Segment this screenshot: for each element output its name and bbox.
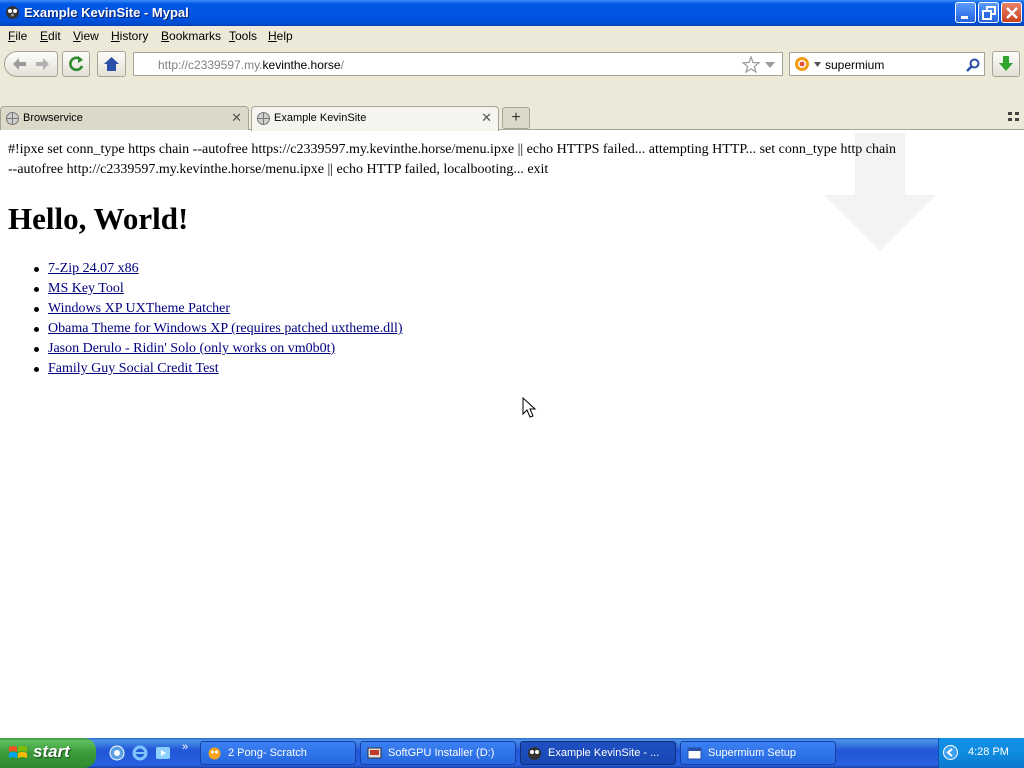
menu-help[interactable]: Help [268, 29, 293, 43]
url-history-dropdown-icon[interactable] [764, 61, 776, 69]
url-domain: kevinthe.horse [262, 58, 341, 72]
link-family-guy-test[interactable]: Family Guy Social Credit Test [48, 361, 219, 376]
downloads-button[interactable] [992, 51, 1020, 77]
mypal-app-icon [6, 6, 19, 19]
task-pong-scratch[interactable]: 2 Pong- Scratch [200, 741, 356, 765]
mypal-icon [528, 747, 541, 760]
back-arrow-icon [13, 58, 26, 70]
ipxe-line-1: #!ipxe set conn_type https chain --autof… [8, 142, 897, 157]
link-uxtheme-patcher[interactable]: Windows XP UXTheme Patcher [48, 301, 230, 316]
menu-view[interactable]: View [73, 29, 99, 43]
search-engine-icon[interactable] [794, 56, 810, 72]
minimize-button[interactable] [955, 2, 976, 23]
tab-browservice[interactable]: Browservice ✕ [0, 106, 249, 130]
list-item: MS Key Tool [34, 279, 403, 299]
link-list: 7-Zip 24.07 x86 MS Key Tool Windows XP U… [34, 259, 403, 379]
tab-strip: Browservice ✕ Example KevinSite ✕ + [0, 84, 1024, 131]
start-button[interactable]: start [0, 738, 96, 768]
address-bar[interactable]: http://c2339597.my.kevinthe.horse/ [133, 52, 783, 76]
list-item: 7-Zip 24.07 x86 [34, 259, 403, 279]
window-title: Example KevinSite - Mypal [24, 5, 189, 20]
link-7zip[interactable]: 7-Zip 24.07 x86 [48, 261, 139, 276]
quicklaunch-more-icon[interactable]: » [182, 741, 188, 753]
download-arrow-icon [999, 56, 1013, 71]
forward-button[interactable] [31, 51, 58, 77]
home-icon [104, 57, 119, 71]
page-content: #!ipxe set conn_type https chain --autof… [0, 131, 1024, 738]
tab-close-icon[interactable]: ✕ [481, 110, 492, 126]
url-text: http://c2339597.my.kevinthe.horse/ [158, 58, 344, 72]
menu-tools[interactable]: Tools [229, 29, 257, 43]
windows-flag-icon [9, 746, 27, 758]
minimize-icon [961, 16, 968, 19]
tab-label: Browservice [23, 112, 83, 124]
search-input[interactable]: supermium [825, 58, 884, 72]
page-globe-icon [6, 112, 19, 125]
start-label: start [33, 742, 70, 761]
list-item: Windows XP UXTheme Patcher [34, 299, 403, 319]
list-item: Obama Theme for Windows XP (requires pat… [34, 319, 403, 339]
task-label: Supermium Setup [708, 747, 797, 759]
link-obama-theme[interactable]: Obama Theme for Windows XP (requires pat… [48, 321, 403, 336]
list-item: Jason Derulo - Ridin' Solo (only works o… [34, 339, 403, 359]
list-all-tabs-icon[interactable] [1006, 110, 1022, 124]
clock[interactable]: 4:28 PM [968, 746, 1009, 758]
tab-label: Example KevinSite [274, 112, 367, 124]
close-icon [1006, 7, 1018, 19]
menu-history[interactable]: History [111, 29, 148, 43]
scratch-icon [208, 747, 221, 760]
title-bar[interactable]: Example KevinSite - Mypal [0, 0, 1024, 26]
internet-explorer-icon[interactable] [131, 744, 149, 762]
url-prefix: http://c2339597.my. [158, 58, 263, 72]
reload-button[interactable] [62, 51, 90, 77]
installer-icon [367, 747, 382, 759]
task-label: SoftGPU Installer (D:) [388, 747, 495, 759]
list-item: Family Guy Social Credit Test [34, 359, 403, 379]
plus-icon: + [511, 109, 521, 126]
bookmark-star-icon[interactable] [742, 56, 760, 73]
setup-window-icon [687, 747, 702, 760]
menu-bookmarks[interactable]: Bookmarks [161, 29, 221, 43]
link-ms-key-tool[interactable]: MS Key Tool [48, 281, 124, 296]
close-button[interactable] [1001, 2, 1022, 23]
back-button[interactable] [4, 51, 32, 77]
page-globe-icon [257, 112, 270, 125]
mouse-cursor-icon [522, 397, 537, 418]
home-button[interactable] [97, 51, 126, 77]
task-example-kevinsite[interactable]: Example KevinSite - ... [520, 741, 676, 765]
link-jason-derulo[interactable]: Jason Derulo - Ridin' Solo (only works o… [48, 341, 335, 356]
new-tab-button[interactable]: + [502, 107, 530, 129]
system-tray: 4:28 PM [938, 738, 1024, 768]
task-supermium-setup[interactable]: Supermium Setup [680, 741, 836, 765]
ipxe-script-text: #!ipxe set conn_type https chain --autof… [8, 140, 1008, 180]
url-suffix: / [340, 58, 344, 72]
forward-arrow-icon [36, 58, 49, 70]
restore-icon [982, 6, 996, 20]
tray-expand-icon[interactable] [943, 745, 958, 760]
quicklaunch-browser-icon[interactable] [108, 744, 126, 762]
page-heading: Hello, World! [8, 201, 189, 236]
task-label: 2 Pong- Scratch [228, 747, 307, 759]
task-label: Example KevinSite - ... [548, 747, 660, 759]
navigation-toolbar: http://c2339597.my.kevinthe.horse/ super… [0, 46, 1024, 84]
restore-button[interactable] [978, 2, 999, 23]
menu-bar: File Edit View History Bookmarks Tools H… [0, 26, 1024, 46]
ipxe-line-2: --autofree http://c2339597.my.kevinthe.h… [8, 162, 549, 177]
reload-icon [69, 56, 84, 72]
taskbar: start » 2 Pong- Scratch SoftGPU Installe… [0, 738, 1024, 768]
search-bar[interactable]: supermium [789, 52, 985, 76]
search-icon[interactable] [965, 57, 981, 73]
menu-edit[interactable]: Edit [40, 29, 61, 43]
menu-file[interactable]: File [8, 29, 27, 43]
tab-example-kevinsite[interactable]: Example KevinSite ✕ [251, 106, 499, 131]
tab-close-icon[interactable]: ✕ [231, 110, 242, 126]
media-player-icon[interactable] [154, 744, 172, 762]
engine-dropdown-icon[interactable] [814, 62, 821, 67]
task-softgpu-installer[interactable]: SoftGPU Installer (D:) [360, 741, 516, 765]
